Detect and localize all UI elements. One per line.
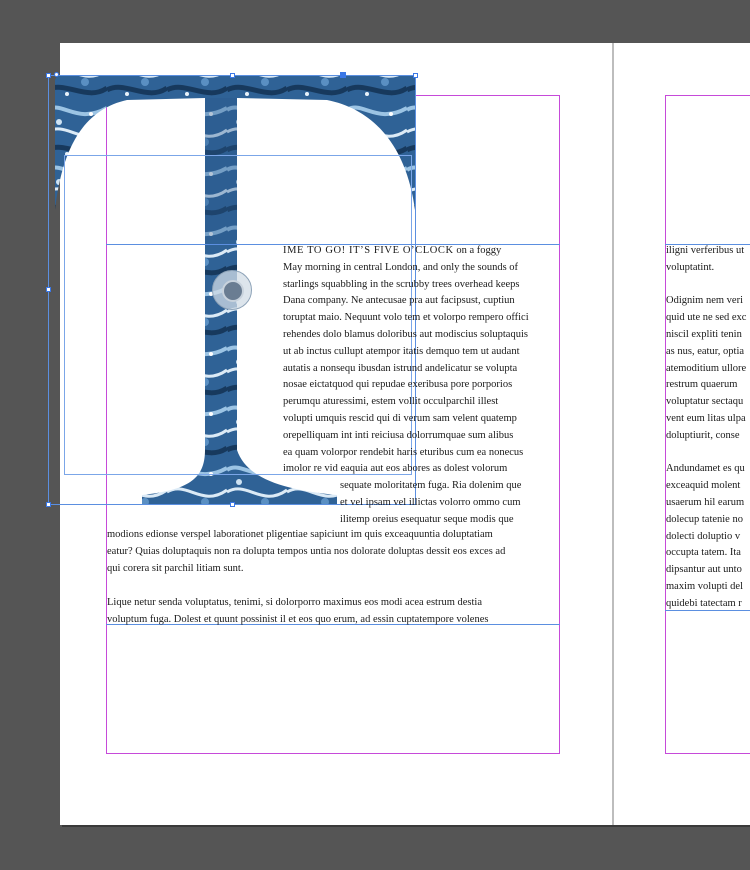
story-left-paragraph-2[interactable]: Lique netur senda voluptatus, tenimi, si… (107, 595, 560, 629)
lead-rest: on a foggy (453, 245, 502, 256)
body-line: dolecup tatenie no (666, 513, 743, 525)
body-line: ea quam volorpor rendebit haris eturibus… (283, 446, 524, 458)
body-line: autatis a nonsequ ibusdan istrund andeli… (283, 362, 518, 374)
body-line: sequate moloritatem fuga. Ria dolenim qu… (340, 480, 522, 491)
body-line: May morning in central London, and only … (283, 261, 519, 273)
frame-handle-middle-left[interactable] (46, 287, 51, 292)
body-line: doluptiurit, conse (666, 429, 740, 441)
body-line: quidebi tatectam r (666, 597, 742, 609)
body-line: ut ab inctus cullupt atempor itatis demq… (283, 345, 520, 357)
body-line: qui corera sit parchil litiam sunt. (107, 562, 244, 574)
body-line: usaerum hil earum (666, 496, 745, 508)
body-line: exceaquid molent (666, 480, 741, 492)
body-line: perumqu aturessimi, estem vollit occulpa… (283, 396, 499, 408)
body-line: atemoditium ullore (666, 362, 747, 374)
body-line: niscil expliti tenin (666, 328, 742, 340)
frame-handle-top-anchor[interactable] (340, 72, 346, 78)
body-line: ilitemp oreius esequatur seque modis que (340, 513, 514, 525)
body-line: maxim volupti del (666, 580, 743, 592)
body-line: voluptatur sectaqu (666, 396, 744, 408)
body-line: restrum quaerum (666, 379, 738, 391)
body-line (666, 277, 750, 294)
body-line: dipsantur aut unto (666, 564, 742, 576)
body-line: vent eum litas ulpa (666, 412, 746, 424)
story-left-wrap-indent[interactable]: sequate moloritatem fuga. Ria dolenim qu… (340, 478, 560, 528)
body-line: Dana company. Ne antecusae pra aut facip… (283, 295, 515, 307)
frame-handle-bottom-left[interactable] (46, 502, 51, 507)
body-line: Odignim nem veri (666, 295, 743, 307)
body-line: volupti umquis rescid qui di verum sam v… (283, 412, 517, 424)
body-line: quid ute ne sed exc (666, 312, 747, 324)
lead-smallcaps: IME TO GO! IT’S FIVE O’CLOCK (283, 245, 454, 256)
frame-handle-top-left-secondary[interactable] (54, 72, 59, 77)
body-line: modions edionse verspel laborationet pli… (107, 529, 493, 540)
body-line: iligni verferibus ut (666, 245, 745, 256)
body-line: Andundamet es qu (666, 463, 745, 475)
frame-handle-bottom-center[interactable] (230, 502, 235, 507)
body-line: dolecti doluptio v (666, 530, 741, 542)
story-right-column[interactable]: iligni verferibus ut voluptatint. Odigni… (666, 243, 750, 613)
frame-handle-top-right[interactable] (413, 73, 418, 78)
body-line: Lique netur senda voluptatus, tenimi, si… (107, 597, 483, 608)
body-line (666, 445, 750, 462)
frame-handle-top-left[interactable] (46, 73, 51, 78)
frame-handle-top-center[interactable] (230, 73, 235, 78)
body-line: rehendes dolo blamus doloribus aut modis… (283, 328, 528, 340)
body-line: as nus, eatur, optia (666, 345, 745, 357)
page-shadow-bottom (62, 825, 750, 827)
body-line: occupta tatem. Ita (666, 547, 741, 559)
body-line: orepelliquam int inti reiciusa dolorrumq… (283, 429, 514, 441)
body-line: voluptatint. (666, 261, 715, 273)
body-line: starlings squabbling in the scrubby tree… (283, 278, 520, 290)
content-grabber-center (222, 280, 244, 302)
body-line: et vel ipsam vel illictas volorro ommo c… (340, 496, 521, 508)
story-left-opening[interactable]: IME TO GO! IT’S FIVE O’CLOCK on a foggy … (283, 243, 560, 478)
story-left-full-width[interactable]: modions edionse verspel laborationet pli… (107, 527, 560, 577)
body-line: toruptat maio. Nequunt volo tem et volor… (283, 312, 529, 324)
body-line: voluptum fuga. Dolest et quunt possinist… (107, 613, 489, 625)
body-line: eatur? Quias doluptaquis non ra dolupta … (107, 545, 506, 557)
body-line: imolor re vid eaquia aut eos abores as d… (283, 463, 508, 475)
body-line: nosae eictatquod qui repudae exeribusa p… (283, 379, 513, 391)
